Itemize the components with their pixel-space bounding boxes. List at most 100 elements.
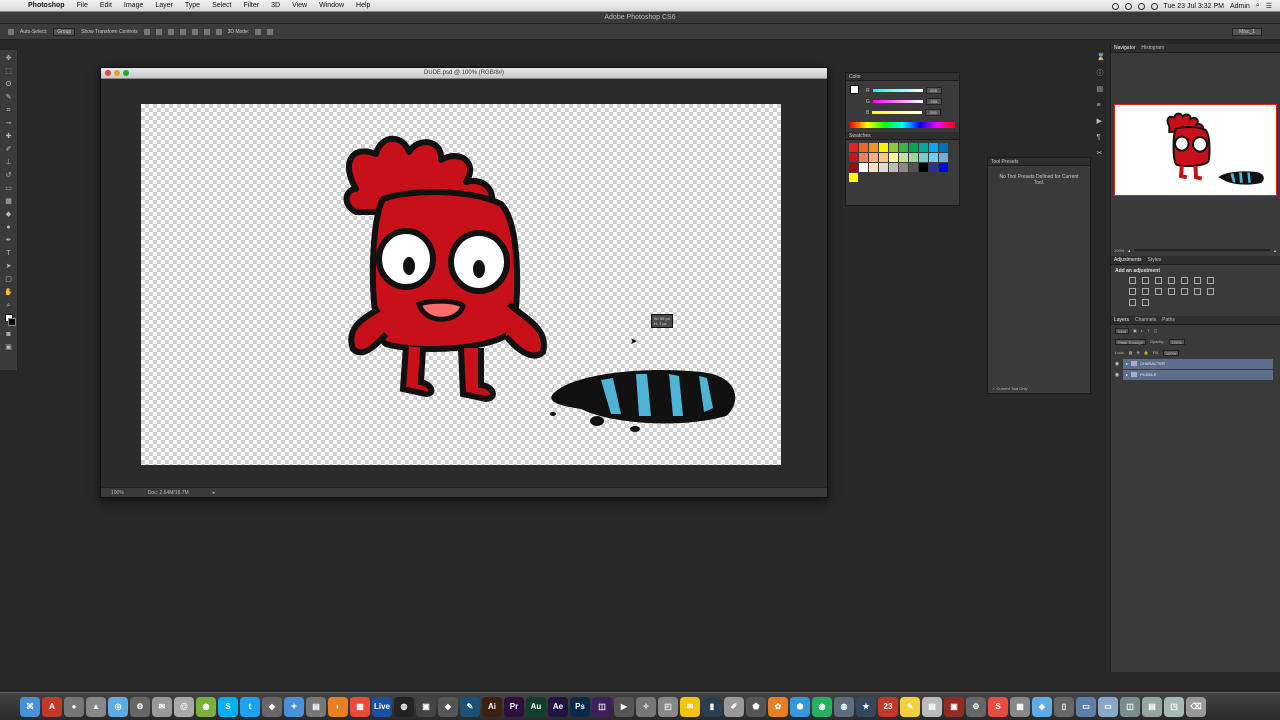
- menu-edit[interactable]: Edit: [94, 2, 118, 9]
- zoom-window-button[interactable]: [123, 70, 129, 76]
- dock-app-icon[interactable]: ◉: [812, 696, 832, 717]
- dock-app-icon[interactable]: Ps: [570, 696, 590, 717]
- menu-3d[interactable]: 3D: [265, 2, 286, 9]
- zoom-out-icon[interactable]: ▲: [1127, 248, 1131, 253]
- lock-all-icon[interactable]: 🔒: [1144, 350, 1149, 355]
- document-titlebar[interactable]: DUDE.psd @ 100% (RGB/8#): [101, 68, 827, 79]
- blue-value[interactable]: 255: [925, 109, 942, 116]
- color-balance-icon[interactable]: [1207, 277, 1214, 284]
- dock-app-icon[interactable]: ▤: [306, 696, 326, 717]
- filter-adjust-icon[interactable]: ◐: [1141, 328, 1143, 333]
- hand-tool-icon[interactable]: ✋: [4, 288, 13, 297]
- expand-arrow-icon[interactable]: ▸: [1126, 372, 1128, 377]
- zoom-in-icon[interactable]: ▲: [1273, 248, 1277, 253]
- color-spectrum[interactable]: [850, 122, 955, 128]
- menu-window[interactable]: Window: [313, 2, 350, 9]
- dock-app-icon[interactable]: ✿: [768, 696, 788, 717]
- auto-select-dropdown[interactable]: Group: [53, 27, 76, 36]
- black-white-icon[interactable]: [1129, 288, 1136, 295]
- layer-group-body[interactable]: ▸ PUDDLE: [1123, 369, 1273, 380]
- green-slider[interactable]: [872, 100, 923, 103]
- color-swatch[interactable]: [889, 163, 898, 172]
- dock-app-icon[interactable]: ◆: [262, 696, 282, 717]
- 3d-rotate-icon[interactable]: [255, 28, 262, 35]
- navigator-zoom-slider[interactable]: [1134, 249, 1271, 251]
- color-swatch[interactable]: [919, 163, 928, 172]
- color-swatch[interactable]: [889, 153, 898, 162]
- gradient-map-icon[interactable]: [1142, 299, 1149, 306]
- fill-input[interactable]: 100%: [1162, 349, 1180, 356]
- layer-group-body[interactable]: ▸ CHARACTER: [1123, 358, 1273, 369]
- dock-app-icon[interactable]: ◫: [1120, 696, 1140, 717]
- dock-app-icon[interactable]: ▣: [944, 696, 964, 717]
- dock-app-icon[interactable]: ✐: [724, 696, 744, 717]
- opacity-input[interactable]: 100%: [1168, 338, 1185, 345]
- dock-app-icon[interactable]: ✉: [152, 696, 172, 717]
- brush-presets-icon[interactable]: ▤: [1097, 86, 1105, 94]
- dock-app-icon[interactable]: ◎: [108, 696, 128, 717]
- posterize-icon[interactable]: [1194, 288, 1201, 295]
- dock-app-icon[interactable]: 23: [878, 696, 898, 717]
- minimize-window-button[interactable]: [114, 70, 120, 76]
- dock-app-icon[interactable]: ◍: [834, 696, 854, 717]
- filter-type-icon[interactable]: T: [1147, 328, 1149, 333]
- visibility-eye-icon[interactable]: ◉: [1114, 361, 1120, 367]
- filter-shape-icon[interactable]: ▢: [1154, 328, 1158, 333]
- properties-icon[interactable]: ≡: [1097, 102, 1105, 110]
- swatches-tab[interactable]: Swatches: [846, 132, 959, 140]
- color-swatch[interactable]: [939, 153, 948, 162]
- color-swatch[interactable]: [899, 153, 908, 162]
- filter-pixel-icon[interactable]: ▣: [1133, 328, 1137, 333]
- dock-app-icon[interactable]: Pr: [504, 696, 524, 717]
- healing-brush-icon[interactable]: ✚: [4, 132, 13, 141]
- spotlight-icon[interactable]: ⌕: [1256, 2, 1260, 10]
- align-top-icon[interactable]: [143, 28, 150, 35]
- blue-slider[interactable]: [872, 111, 923, 114]
- dock-app-icon[interactable]: Ae: [548, 696, 568, 717]
- navigator-zoom-value[interactable]: 100%: [1114, 248, 1124, 253]
- tab-channels[interactable]: Channels: [1135, 316, 1156, 324]
- quick-select-icon[interactable]: ✎: [4, 93, 13, 102]
- dropbox-icon[interactable]: [1111, 2, 1119, 10]
- layer-row[interactable]: ◉ ▸ CHARACTER: [1111, 358, 1280, 369]
- align-left-icon[interactable]: [179, 28, 186, 35]
- dock-app-icon[interactable]: ⬢: [790, 696, 810, 717]
- align-right-icon[interactable]: [203, 28, 210, 35]
- align-bottom-icon[interactable]: [167, 28, 174, 35]
- blend-mode-dropdown[interactable]: Pass Through: [1115, 338, 1146, 345]
- expand-arrow-icon[interactable]: ▸: [1126, 361, 1128, 366]
- wifi-icon[interactable]: [1137, 2, 1145, 10]
- crop-tool-icon[interactable]: ⌗: [4, 106, 13, 115]
- dock-app-icon[interactable]: ▦: [1010, 696, 1030, 717]
- actions-icon[interactable]: ▶: [1097, 118, 1105, 126]
- volume-icon[interactable]: [1150, 2, 1158, 10]
- dock-app-icon[interactable]: A: [42, 696, 62, 717]
- dock-app-icon[interactable]: ◐: [328, 696, 348, 717]
- vibrance-icon[interactable]: [1181, 277, 1188, 284]
- color-swatch[interactable]: [849, 153, 858, 162]
- lasso-tool-icon[interactable]: ʘ: [4, 80, 13, 89]
- dock-app-icon[interactable]: ◳: [1164, 696, 1184, 717]
- dock-app-icon[interactable]: ✉: [680, 696, 700, 717]
- dock-app-icon[interactable]: Au: [526, 696, 546, 717]
- path-select-icon[interactable]: ➤: [4, 262, 13, 271]
- menu-view[interactable]: View: [286, 2, 313, 9]
- menu-layer[interactable]: Layer: [149, 2, 179, 9]
- color-swatch[interactable]: [869, 163, 878, 172]
- color-lookup-icon[interactable]: [1168, 288, 1175, 295]
- gradient-tool-icon[interactable]: ▦: [4, 197, 13, 206]
- lock-position-icon[interactable]: ✥: [1136, 350, 1139, 355]
- menu-image[interactable]: Image: [118, 2, 149, 9]
- dock-app-icon[interactable]: ◰: [658, 696, 678, 717]
- dock-app-icon[interactable]: ▦: [350, 696, 370, 717]
- tool-presets-icon[interactable]: ✂: [1097, 150, 1105, 158]
- dock-app-icon[interactable]: ●: [64, 696, 84, 717]
- dock-app-icon[interactable]: ▲: [86, 696, 106, 717]
- color-swatch[interactable]: [939, 143, 948, 152]
- selective-color-icon[interactable]: [1129, 299, 1136, 306]
- dock-app-icon[interactable]: ✎: [900, 696, 920, 717]
- color-swatch[interactable]: [859, 143, 868, 152]
- menu-help[interactable]: Help: [350, 2, 376, 9]
- color-swatch[interactable]: [909, 153, 918, 162]
- tab-layers[interactable]: Layers: [1114, 316, 1129, 324]
